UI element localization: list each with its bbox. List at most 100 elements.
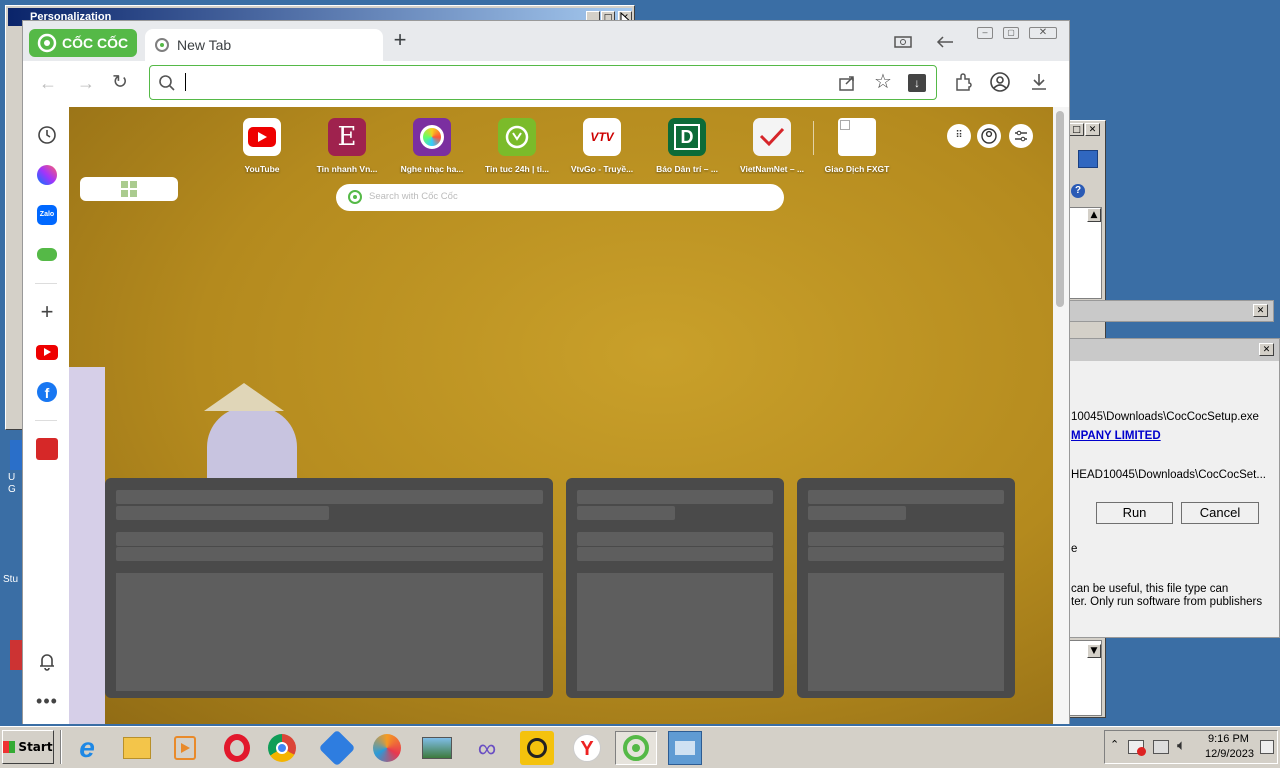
file-explorer-icon[interactable] <box>120 731 154 765</box>
network-warning-icon[interactable] <box>1128 740 1146 756</box>
desktop-icon-label-2: Stu <box>3 574 19 585</box>
speed-dial-vtvgo[interactable]: VTV VtvGo - Truyề... <box>563 118 641 174</box>
window-restore-button[interactable]: ▢ <box>1003 27 1019 39</box>
person-figure-left <box>69 367 105 724</box>
news-card-1[interactable] <box>105 478 553 698</box>
reload-button[interactable]: ↻ <box>112 71 128 94</box>
internet-explorer-icon[interactable]: e <box>70 731 104 765</box>
publisher-link[interactable]: MPANY LIMITED <box>1071 430 1161 442</box>
close-button-3[interactable]: ✕ <box>1253 304 1268 317</box>
broken-image-icon <box>838 118 876 156</box>
downloads-icon[interactable] <box>1029 72 1049 92</box>
speed-dial-music[interactable]: Nghe nhạc ha... <box>393 118 471 174</box>
tray-expand-icon[interactable]: ⌃ <box>1110 738 1119 751</box>
hat-icon <box>204 383 284 411</box>
add-shortcut-icon[interactable]: + <box>35 299 59 324</box>
dialog-back-titlebar <box>1068 300 1274 322</box>
run-button[interactable]: Run <box>1096 502 1173 524</box>
game-icon[interactable] <box>35 242 59 266</box>
promo-icon[interactable] <box>35 437 59 461</box>
from-path-text: HEAD10045\Downloads\CocCocSet... <box>1071 469 1266 481</box>
yandex-icon[interactable]: Y <box>570 731 604 765</box>
zalo-icon[interactable]: Zalo <box>35 203 59 227</box>
person-figure-right <box>207 407 297 487</box>
window-close-button[interactable]: ✕ <box>1029 27 1057 39</box>
coccoc-search-icon <box>348 190 362 204</box>
bookmark-star-icon[interactable]: ☆ <box>874 69 892 94</box>
news-card-2[interactable] <box>566 478 784 698</box>
opera-icon[interactable] <box>220 731 254 765</box>
control-panel-icon[interactable] <box>668 731 702 765</box>
notifications-icon[interactable] <box>35 649 59 673</box>
apps-grid-button[interactable]: ⠿ <box>947 124 971 148</box>
account-button[interactable] <box>977 124 1001 148</box>
ccleaner-icon[interactable] <box>370 731 404 765</box>
messenger-icon[interactable] <box>35 163 59 187</box>
search-icon[interactable] <box>1078 150 1098 168</box>
extensions-icon[interactable] <box>953 72 973 92</box>
chrome-icon[interactable] <box>265 731 299 765</box>
close-button-4[interactable]: ✕ <box>1259 343 1274 356</box>
action-center-icon[interactable] <box>1260 740 1274 754</box>
start-button[interactable]: Start <box>2 730 54 764</box>
maximize-button-2[interactable]: □ <box>1069 123 1084 136</box>
dantri-logo-icon: D <box>668 118 706 156</box>
history-icon[interactable] <box>35 123 59 147</box>
vtvgo-logo-icon: VTV <box>583 118 621 156</box>
sidebar-toggle-icon[interactable] <box>935 33 957 51</box>
help-icon[interactable]: ? <box>1071 184 1085 198</box>
more-icon[interactable]: ••• <box>35 689 59 713</box>
search-placeholder: Search with Cốc Cốc <box>369 191 458 202</box>
scroll-up-button[interactable]: ▲ <box>1087 208 1101 222</box>
scrollbar-thumb[interactable] <box>1056 111 1064 307</box>
cancel-button[interactable]: Cancel <box>1181 502 1259 524</box>
windows-grid-icon <box>121 181 137 197</box>
clock-time[interactable]: 9:16 PM <box>1208 733 1249 745</box>
speed-dial-vnexpress[interactable]: E Tin nhanh Vn... <box>308 118 386 174</box>
coccoc-wordmark: CỐC CỐC <box>62 35 129 51</box>
coccoc-taskbar-icon[interactable] <box>615 731 657 765</box>
speed-dial-tintuc24h[interactable]: Tin tuc 24h | ti... <box>478 118 556 174</box>
facebook-icon[interactable]: f <box>35 380 59 404</box>
vpn-icon[interactable] <box>318 729 356 767</box>
clock-date[interactable]: 12/9/2023 <box>1205 748 1254 760</box>
tab-newtab[interactable]: New Tab <box>145 29 383 61</box>
tab-search-icon[interactable] <box>893 33 915 51</box>
speed-dial-fxgt[interactable]: Giao Dịch FXGT <box>818 118 896 174</box>
media-player-icon[interactable] <box>168 731 202 765</box>
speed-dial-label: Tin nhanh Vn... <box>316 164 378 174</box>
youtube-sidebar-icon[interactable] <box>35 340 59 364</box>
youtube-logo-icon <box>243 118 281 156</box>
address-bar[interactable]: ☆ ↓ <box>149 65 937 100</box>
newtab-search-box[interactable]: Search with Cốc Cốc <box>336 184 784 211</box>
speed-dial-label: VtvGo - Truyề... <box>570 164 634 174</box>
coccoc-logo[interactable]: CỐC CỐC <box>29 29 137 57</box>
speed-dial-youtube[interactable]: YouTube <box>223 118 301 174</box>
speed-dial-divider <box>813 121 814 155</box>
apps-launcher-button[interactable] <box>80 177 178 201</box>
photo-viewer-icon[interactable] <box>420 731 454 765</box>
remote-desktop-icon[interactable] <box>520 731 554 765</box>
download-video-icon[interactable]: ↓ <box>908 74 926 92</box>
windows-flag-icon <box>3 741 16 753</box>
infinity-app-icon[interactable]: ∞ <box>470 731 504 765</box>
scroll-down-button[interactable]: ▼ <box>1087 644 1101 658</box>
network-icon[interactable] <box>1153 740 1169 754</box>
window-minimize-button[interactable]: – <box>977 27 993 39</box>
back-button[interactable]: ← <box>39 73 57 94</box>
close-button-2[interactable]: ✕ <box>1085 123 1100 136</box>
speed-dial-dantri[interactable]: D Báo Dân trí – ... <box>648 118 726 174</box>
profile-icon[interactable] <box>989 71 1011 93</box>
share-icon[interactable] <box>838 74 856 92</box>
forward-button[interactable]: → <box>77 73 95 94</box>
news-card-3[interactable] <box>797 478 1015 698</box>
speed-dial-label: Giao Dịch FXGT <box>824 164 890 174</box>
volume-icon[interactable]: 🔈︎ <box>1177 737 1186 754</box>
warning-line-2: ter. Only run software from publishers <box>1071 596 1263 608</box>
coccoc-icon <box>37 33 57 53</box>
sidebar-divider-2 <box>35 420 57 421</box>
quicklaunch-divider <box>60 730 62 764</box>
speed-dial-vietnamnet[interactable]: VietNamNet – ... <box>733 118 811 174</box>
new-tab-button[interactable]: + <box>390 29 410 53</box>
settings-button[interactable] <box>1009 124 1033 148</box>
